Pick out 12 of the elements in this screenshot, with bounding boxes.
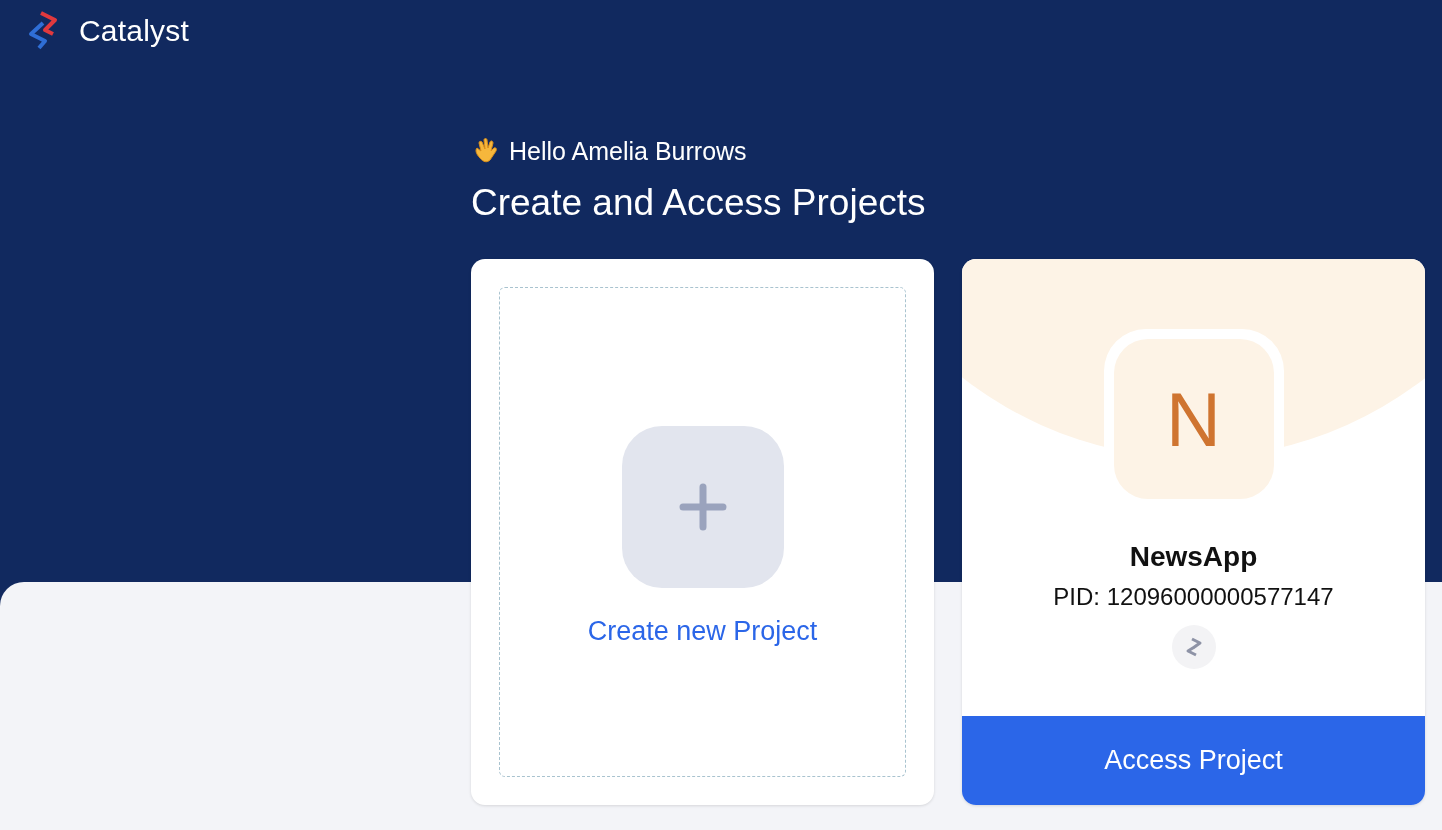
avatar-initial: N: [1166, 375, 1221, 463]
page-heading: Create and Access Projects: [471, 181, 927, 225]
access-project-button[interactable]: Access Project: [962, 716, 1425, 805]
project-id: PID: 12096000000577147: [1053, 583, 1334, 611]
create-project-card[interactable]: Create new Project: [471, 259, 934, 805]
create-project-link[interactable]: Create new Project: [587, 616, 818, 647]
add-tile[interactable]: [621, 426, 784, 588]
project-name: NewsApp: [1129, 541, 1258, 573]
brand-name: Catalyst: [79, 14, 189, 48]
plus-icon: [678, 483, 727, 531]
catalyst-badge-icon: [1171, 625, 1216, 669]
greeting-text: Hello Amelia Burrows: [509, 136, 747, 166]
